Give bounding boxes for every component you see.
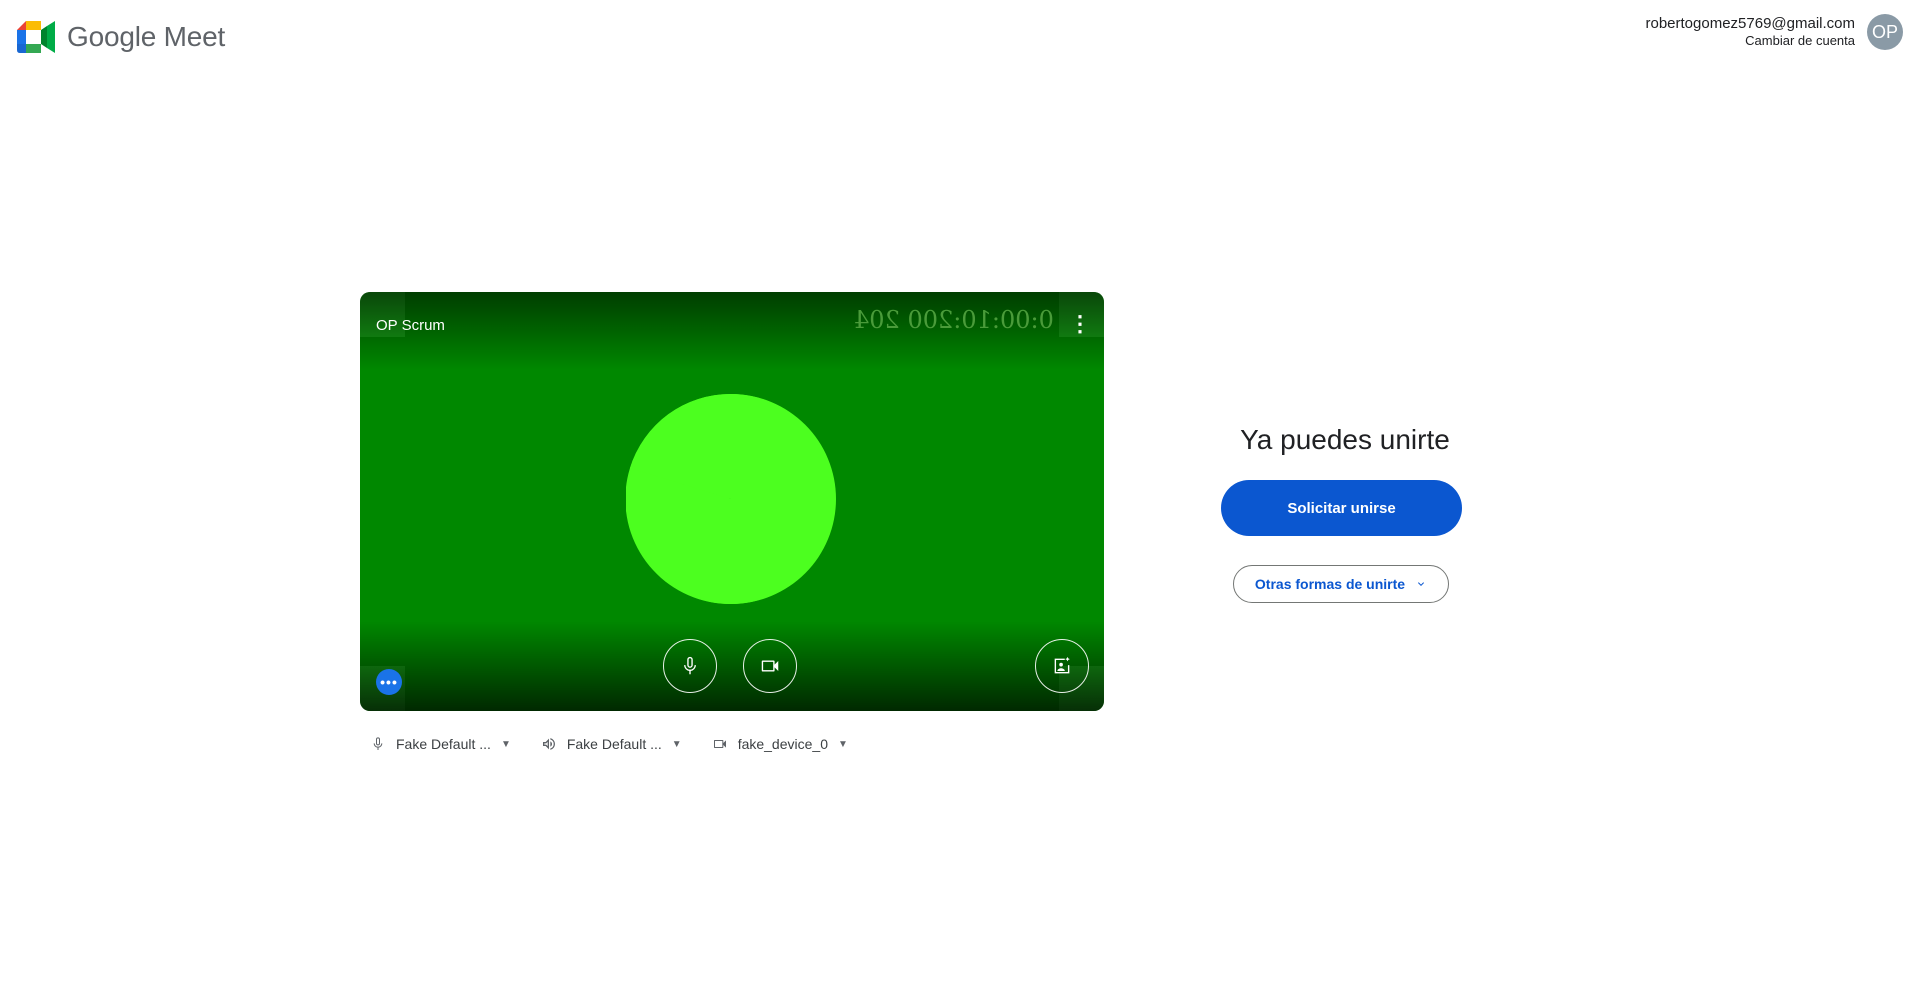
meet-logo-icon xyxy=(17,21,55,53)
microphone-icon xyxy=(373,737,383,750)
account-email: robertogomez5769@gmail.com xyxy=(1645,15,1856,32)
microphone-icon xyxy=(684,656,696,675)
dropdown-caret-icon: ▼ xyxy=(500,738,511,750)
dots-badge[interactable]: ••• xyxy=(376,669,402,695)
app-name: Google Meet xyxy=(67,21,226,52)
device-selectors: Fake Default ... ▼ Fake Default ... ▼ fa… xyxy=(370,732,848,756)
speaker-icon xyxy=(542,738,555,750)
microphone-select[interactable]: Fake Default ... ▼ xyxy=(370,732,511,756)
other-ways-label: Otras formas de unirte xyxy=(1254,576,1406,592)
google-meet-logo[interactable]: Google Meet xyxy=(17,17,225,57)
microphone-toggle-button[interactable] xyxy=(663,639,717,693)
dropdown-caret-icon: ▼ xyxy=(837,738,848,750)
fake-video-pie xyxy=(626,394,836,604)
switch-account-link[interactable]: Cambiar de cuenta xyxy=(1646,32,1855,49)
bottom-shade xyxy=(360,621,1104,711)
mirrored-timestamp: 0:00:10:200 204 xyxy=(854,306,1054,334)
camera-select[interactable]: fake_device_0 ▼ xyxy=(712,732,848,756)
microphone-select-label: Fake Default ... xyxy=(396,736,491,752)
meeting-name: OP Scrum xyxy=(376,317,445,334)
video-preview: OP Scrum 0:00:10:200 204 ⋮ ••• xyxy=(360,292,1104,711)
more-options-button[interactable]: ⋮ xyxy=(1066,310,1094,338)
account-switcher[interactable]: robertogomez5769@gmail.com Cambiar de cu… xyxy=(1645,14,1903,50)
camera-toggle-button[interactable] xyxy=(743,639,797,693)
camera-select-label: fake_device_0 xyxy=(737,736,828,752)
effects-icon xyxy=(1054,656,1070,674)
video-camera-icon xyxy=(713,740,726,748)
dropdown-caret-icon: ▼ xyxy=(671,738,682,750)
avatar[interactable]: OP xyxy=(1867,14,1903,50)
speaker-select-label: Fake Default ... xyxy=(566,736,662,752)
ready-to-join-title: Ya puedes unirte xyxy=(1240,424,1450,455)
visual-effects-button[interactable] xyxy=(1035,639,1089,693)
top-bar: Google Meet robertogomez5769@gmail.com C… xyxy=(0,0,1920,76)
chevron-down-icon xyxy=(1418,582,1425,586)
speaker-select[interactable]: Fake Default ... ▼ xyxy=(541,732,682,756)
other-ways-to-join-button[interactable]: Otras formas de unirte xyxy=(1233,565,1449,603)
video-camera-icon xyxy=(761,660,779,672)
ask-to-join-button[interactable]: Solicitar unirse xyxy=(1221,480,1462,536)
